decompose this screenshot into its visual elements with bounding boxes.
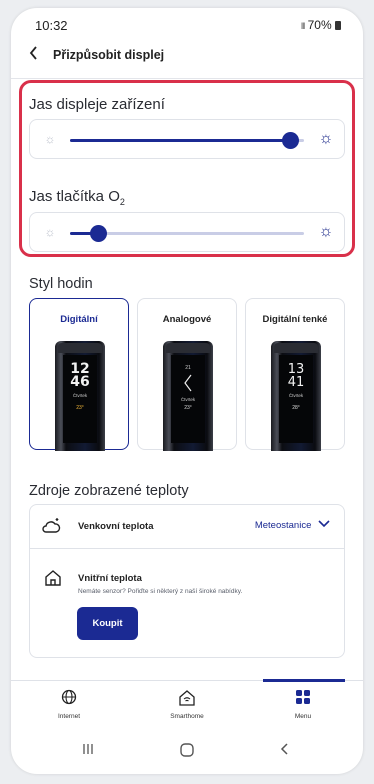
clock-minutes: 41: [287, 375, 305, 390]
temperature-sources-title: Zdroje zobrazené teploty: [29, 483, 189, 499]
outdoor-temperature-row[interactable]: Venkovní teplota Meteostanice: [30, 505, 344, 549]
recent-apps-icon[interactable]: [81, 742, 95, 760]
signal-icon: Ill: [300, 21, 305, 31]
status-bar: 10:32 Ill 70%: [11, 8, 363, 36]
button-brightness-text: Jas tlačítka O: [29, 188, 120, 205]
grid-icon: [263, 689, 343, 709]
nav-item-menu[interactable]: Menu: [263, 689, 343, 720]
sun-large-icon: ☼: [318, 130, 334, 147]
back-system-icon[interactable]: [279, 742, 291, 760]
status-right: Ill 70%: [301, 18, 341, 32]
button-brightness-title: Jas tlačítka O2: [29, 188, 125, 207]
clock-date: Čtvrtek: [180, 397, 196, 402]
battery-level: 70%: [307, 18, 332, 32]
chevron-left-icon: [29, 46, 37, 60]
sun-large-icon: ☼: [318, 223, 334, 240]
nav-label: Smarthome: [170, 713, 204, 720]
clock-option-label: Analogové: [162, 314, 212, 325]
device-preview: 13 41 Čtvrtek 28°: [271, 341, 321, 451]
temperature-sources-card: Venkovní teplota Meteostanice Vnitřní te…: [29, 504, 345, 658]
globe-icon: [29, 689, 109, 709]
nav-active-indicator: [263, 679, 345, 682]
device-screen: 13 41 Čtvrtek 28°: [279, 355, 313, 443]
clock-option-digital[interactable]: Digitální 12 46 Čtvrtek 23°: [29, 298, 129, 451]
device-screen: 12 46 Čtvrtek 23°: [63, 355, 97, 443]
clock-temp: 28°: [292, 405, 300, 411]
clock-option-label: Digitální tenké: [262, 314, 328, 325]
display-brightness-title: Jas displeje zařízení: [29, 96, 165, 113]
slider-track[interactable]: [70, 225, 304, 242]
display-brightness-slider[interactable]: ☼ ☼: [29, 119, 345, 159]
clock-hands-icon: [184, 374, 192, 392]
clock-date: Čtvrtek: [288, 393, 304, 398]
indoor-temperature-note: Nemáte senzor? Pořiďte si některý z naší…: [78, 588, 243, 595]
clock-temp: 23°: [184, 405, 192, 411]
nav-label: Internet: [57, 713, 81, 720]
header-divider: [11, 78, 363, 79]
buy-button[interactable]: Koupit: [77, 607, 138, 640]
phone-screen: 10:32 Ill 70% Přizpůsobit displej Jas di…: [11, 8, 363, 774]
device-screen: 21 Čtvrtek 23°: [171, 355, 205, 443]
home-system-icon[interactable]: [179, 742, 195, 762]
status-time: 10:32: [35, 18, 68, 33]
sun-small-icon: ☼: [44, 132, 56, 146]
outdoor-temperature-label: Venkovní teplota: [78, 521, 154, 532]
clock-date: Čtvrtek: [72, 393, 88, 398]
back-button[interactable]: [29, 46, 39, 65]
nav-item-smarthome[interactable]: Smarthome: [147, 689, 227, 720]
outdoor-source-value: Meteostanice: [254, 520, 312, 531]
button-brightness-slider[interactable]: ☼ ☼: [29, 212, 345, 252]
slider-fill: [70, 139, 290, 142]
indoor-temperature-label: Vnitřní teplota: [78, 573, 142, 584]
device-preview: 12 46 Čtvrtek 23°: [55, 341, 105, 451]
outdoor-source-select[interactable]: Meteostanice: [255, 520, 330, 531]
nav-label: Menu: [294, 713, 312, 720]
device-preview: 21 Čtvrtek 23°: [163, 341, 213, 451]
slider-thumb[interactable]: [90, 225, 108, 242]
home-icon: [44, 569, 62, 592]
home-wifi-icon: [147, 689, 227, 709]
weather-cloud-icon: [42, 517, 62, 540]
clock-style-title: Styl hodin: [29, 276, 93, 292]
button-brightness-sub: 2: [119, 197, 125, 207]
sun-small-icon: ☼: [44, 225, 56, 239]
slider-thumb[interactable]: [281, 132, 299, 149]
nav-item-internet[interactable]: Internet: [29, 689, 109, 720]
clock-option-analog[interactable]: Analogové 21 Čtvrtek 23°: [137, 298, 237, 451]
chevron-down-icon: [318, 520, 330, 528]
page-title: Přizpůsobit displej: [53, 48, 165, 62]
clock-option-label: Digitální: [60, 314, 98, 325]
clock-style-options: Digitální 12 46 Čtvrtek 23° Analogové 21 …: [29, 298, 345, 451]
top-app-bar: Přizpůsobit displej: [11, 44, 363, 68]
clock-temp: 23°: [76, 405, 84, 411]
clock-option-digital-thin[interactable]: Digitální tenké 13 41 Čtvrtek 28°: [245, 298, 345, 451]
slider-track[interactable]: [70, 132, 304, 149]
bottom-navigation: Internet Smarthome Menu: [11, 679, 363, 730]
clock-minutes: 46: [70, 374, 90, 390]
battery-icon: [335, 21, 341, 30]
system-navigation-bar: [11, 734, 363, 774]
